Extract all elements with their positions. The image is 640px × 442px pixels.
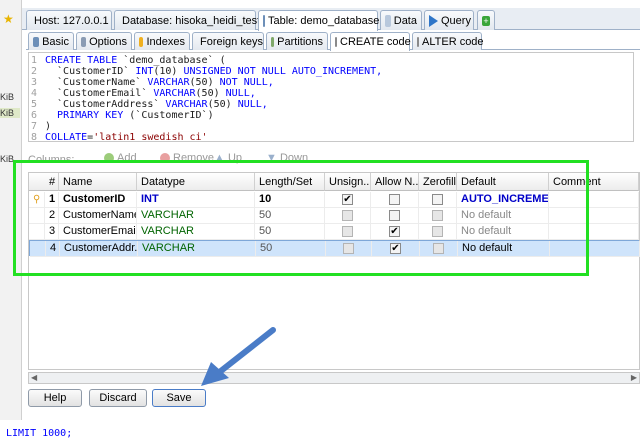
code-token: `demo_database` ( — [123, 55, 226, 66]
code-line: 6 PRIMARY KEY (`CustomerID`) — [31, 110, 214, 121]
tab-foreign-keys[interactable]: Foreign keys — [192, 32, 264, 50]
lightning-icon — [139, 36, 144, 47]
play-icon — [429, 14, 438, 27]
create-code-icon — [335, 37, 337, 47]
pointer-arrow-icon — [201, 327, 276, 386]
tab-create-code-label: CREATE code — [340, 36, 411, 48]
code-token: (50) — [207, 99, 238, 110]
alter-code-icon — [417, 36, 419, 47]
code-token: (`CustomerID`) — [129, 110, 214, 121]
tab-options[interactable]: Options — [76, 32, 132, 50]
code-token: `CustomerName` — [45, 77, 148, 88]
scroll-left-icon[interactable]: ◀ — [31, 373, 37, 382]
grid-icon — [385, 14, 391, 27]
line-number: 4 — [31, 88, 38, 99]
help-button[interactable]: Help — [28, 389, 82, 407]
tab-table[interactable]: Table: demo_database — [258, 10, 380, 31]
tab-alter-code-label: ALTER code — [422, 35, 484, 48]
star-icon[interactable]: ★ — [3, 12, 14, 26]
code-token: INT — [135, 66, 154, 77]
line-number: 1 — [31, 55, 38, 66]
code-token: (50) — [195, 88, 226, 99]
create-code-editor[interactable]: 1 CREATE TABLE `demo_database` (2 `Custom… — [28, 52, 634, 142]
wrench-icon — [81, 36, 87, 47]
size-label: KiB — [0, 92, 15, 102]
code-token: NULL, — [237, 99, 268, 110]
code-line: 4 `CustomerEmail` VARCHAR(50) NULL, — [31, 88, 256, 99]
code-token: 'latin1_swedish_ci' — [93, 132, 208, 142]
highlight-box — [13, 160, 589, 276]
code-token: NOT NULL, — [219, 77, 274, 88]
line-number: 2 — [31, 66, 38, 77]
tab-data[interactable]: Data — [380, 10, 422, 30]
code-token: VARCHAR — [153, 88, 196, 99]
table-editor-tab-bar: Basic Options Indexes Foreign keys Parti… — [26, 32, 640, 51]
sql-log-text: LIMIT 1000; — [6, 428, 73, 439]
size-label-selected[interactable]: KiB — [0, 108, 20, 118]
tab-options-label: Options — [89, 35, 127, 48]
tab-host-label: Host: 127.0.0.1 — [34, 14, 109, 27]
tab-database[interactable]: Database: hisoka_heidi_test — [114, 10, 260, 30]
code-token: UNSIGNED NOT NULL AUTO_INCREMENT, — [183, 66, 383, 77]
tab-host[interactable]: Host: 127.0.0.1 — [26, 10, 112, 30]
tab-indexes-label: Indexes — [146, 35, 185, 48]
line-number: 8 — [31, 132, 38, 142]
tab-foreign-keys-label: Foreign keys — [200, 35, 263, 48]
code-line: 2 `CustomerID` INT(10) UNSIGNED NOT NULL… — [31, 66, 382, 77]
code-token: CREATE TABLE — [45, 55, 124, 66]
code-line: 3 `CustomerName` VARCHAR(50) NOT NULL, — [31, 77, 274, 88]
code-line: 1 CREATE TABLE `demo_database` ( — [31, 55, 226, 66]
line-number: 3 — [31, 77, 38, 88]
tab-indexes[interactable]: Indexes — [134, 32, 190, 50]
tab-basic[interactable]: Basic — [28, 32, 74, 50]
code-token: NULL, — [225, 88, 256, 99]
line-number: 6 — [31, 110, 38, 121]
discard-button[interactable]: Discard — [89, 389, 147, 407]
main-tab-bar: Host: 127.0.0.1 Database: hisoka_heidi_t… — [22, 8, 640, 31]
code-token: COLLATE — [45, 132, 88, 142]
code-line: 5 `CustomerAddress` VARCHAR(50) NULL, — [31, 99, 268, 110]
size-label: KiB — [0, 154, 15, 164]
line-number: 7 — [31, 121, 38, 132]
code-token: `CustomerAddress` — [45, 99, 166, 110]
tab-partitions[interactable]: Partitions — [266, 32, 328, 50]
horizontal-scrollbar[interactable]: ◀ ▶ — [28, 372, 640, 384]
code-token: `CustomerEmail` — [45, 88, 154, 99]
tab-basic-label: Basic — [42, 35, 69, 48]
scroll-right-icon[interactable]: ▶ — [631, 373, 637, 382]
tab-query[interactable]: Query — [424, 10, 474, 30]
code-token: VARCHAR — [165, 99, 208, 110]
tab-partitions-label: Partitions — [277, 35, 323, 48]
tab-database-label: Database: hisoka_heidi_test — [122, 14, 261, 27]
code-token: VARCHAR — [147, 77, 190, 88]
line-number: 5 — [31, 99, 38, 110]
code-token: PRIMARY KEY — [57, 110, 130, 121]
code-line: 7) — [31, 121, 51, 132]
tab-table-label: Table: demo_database — [268, 15, 380, 27]
basic-icon — [33, 36, 40, 47]
partitions-icon — [271, 36, 275, 47]
code-line: 8 COLLATE='latin1_swedish_ci' — [31, 132, 208, 142]
tab-alter-code[interactable]: ALTER code — [412, 32, 484, 50]
tab-data-label: Data — [393, 14, 417, 27]
new-tab-button[interactable]: + — [477, 10, 495, 30]
table-icon — [263, 15, 265, 27]
tab-query-label: Query — [441, 14, 471, 27]
add-tab-icon: + — [482, 15, 490, 26]
code-token: ) — [45, 121, 52, 132]
sql-log: LIMIT 1000; — [6, 428, 72, 439]
code-token: `CustomerID` — [45, 66, 136, 77]
tab-create-code[interactable]: CREATE code — [330, 32, 411, 51]
code-token: (10) — [153, 66, 184, 77]
code-token: (50) — [189, 77, 220, 88]
